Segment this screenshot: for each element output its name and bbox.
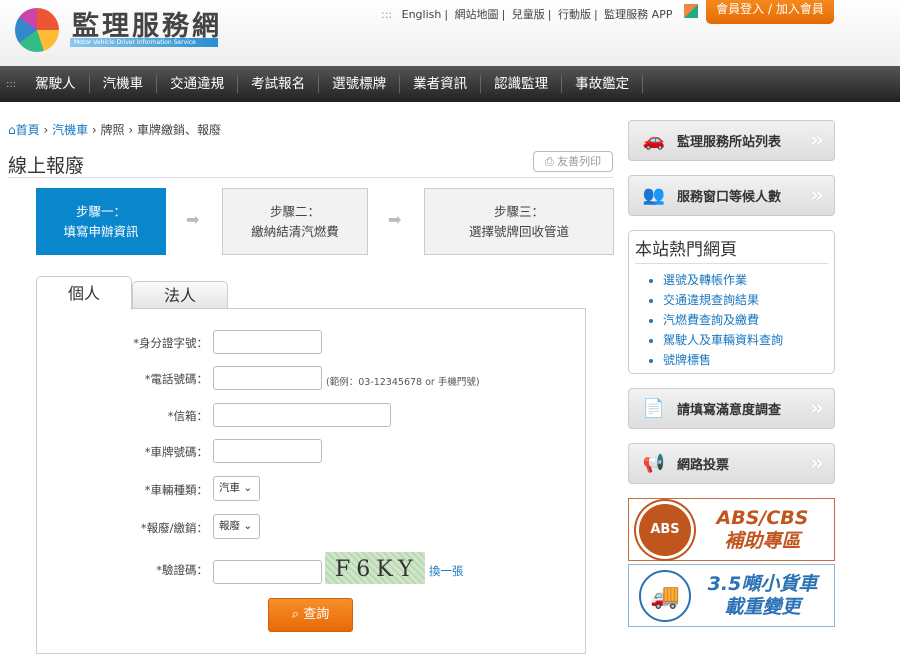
hot-link[interactable]: 汽燃費查詢及繳費 — [663, 310, 834, 330]
truck-icon: 🚚 — [639, 569, 691, 622]
document-icon: 📄 — [642, 398, 666, 419]
step-3: 步驟三： 選擇號牌回收管道 — [424, 188, 614, 255]
email-input[interactable] — [213, 403, 391, 427]
waiting-button[interactable]: 👥 服務窗口等候人數 » — [628, 175, 835, 216]
nav-item[interactable]: 選號標牌 — [319, 75, 401, 93]
double-chevron-icon: » — [809, 396, 824, 421]
crumb-current: 車牌繳銷、報廢 — [136, 123, 221, 137]
truck-line2: 載重變更 — [724, 595, 801, 618]
refresh-captcha-link[interactable]: 換一張 — [429, 563, 464, 579]
captcha-label: *驗證碼： — [156, 563, 208, 577]
search-icon: ⌕ — [291, 607, 304, 622]
email-label: *信箱： — [167, 409, 208, 423]
nav-item[interactable]: 駕駛人 — [22, 75, 90, 93]
nav-dots-icon: ::: — [6, 78, 17, 90]
app-icon[interactable] — [684, 4, 698, 18]
survey-button[interactable]: 📄 請填寫滿意度調查 » — [628, 388, 835, 429]
crumb-vehicle[interactable]: 汽機車 — [52, 123, 88, 137]
chevron-down-icon: ⌄ — [243, 482, 253, 494]
id-label: *身分證字號： — [133, 336, 208, 350]
link-mobile[interactable]: 行動版 — [558, 8, 591, 21]
vote-button[interactable]: 📢 網路投票 » — [628, 443, 835, 484]
divider — [8, 177, 613, 178]
hot-pages: 本站熱門網頁 選號及轉帳作業 交通違規查詢結果 汽燃費查詢及繳費 駕駛人及車輛資… — [628, 230, 835, 374]
select-value: 報廢 — [219, 520, 240, 532]
arrow-right-icon: ➡ — [388, 210, 402, 229]
plate-label: *車牌號碼： — [144, 445, 208, 459]
truck-banner[interactable]: 🚚 3.5噸小貨車 載重變更 — [628, 564, 835, 627]
crumb-home[interactable]: 首頁 — [16, 123, 40, 137]
tab-individual[interactable]: 個人 — [36, 276, 132, 310]
station-list-button[interactable]: 🚗 監理服務所站列表 » — [628, 120, 835, 161]
survey-label: 請填寫滿意度調查 — [677, 403, 782, 418]
home-icon: ⌂ — [8, 123, 16, 137]
link-english[interactable]: English — [402, 8, 442, 21]
login-button[interactable]: 會員登入 / 加入會員 — [706, 0, 834, 24]
arrow-right-icon: ➡ — [186, 210, 200, 229]
phone-input[interactable] — [213, 366, 322, 390]
step-desc: 選擇號牌回收管道 — [468, 223, 569, 239]
truck-line1: 3.5噸小貨車 — [707, 572, 818, 595]
step-title: 步驟三： — [493, 203, 544, 219]
tab-corporate[interactable]: 法人 — [132, 281, 228, 309]
link-kids[interactable]: 兒童版 — [512, 8, 545, 21]
nav-item[interactable]: 汽機車 — [90, 75, 158, 93]
step-title: 步驟二： — [269, 203, 320, 219]
print-label: 友善列印 — [557, 155, 602, 168]
logo-subtitle: Motor Vehicle Driver Information Service — [70, 38, 218, 47]
nav-item[interactable]: 認識監理 — [481, 75, 563, 93]
nav-item[interactable]: 考試報名 — [238, 75, 320, 93]
logo-icon[interactable] — [15, 8, 59, 52]
action-label: *報廢/繳銷： — [140, 521, 208, 535]
double-chevron-icon: » — [809, 128, 824, 153]
top-links: ::: English | 網站地圖 | 兒童版 | 行動版 | 監理服務 APP — [381, 8, 673, 21]
step-desc: 填寫申辦資訊 — [63, 223, 139, 239]
double-chevron-icon: » — [809, 183, 824, 208]
waiting-label: 服務窗口等候人數 — [677, 190, 782, 205]
main-nav: ::: 駕駛人 汽機車 交通違規 考試報名 選號標牌 業者資訊 認識監理 事故鑑… — [0, 66, 900, 102]
hot-link[interactable]: 號牌標售 — [663, 350, 834, 370]
hot-link[interactable]: 選號及轉帳作業 — [663, 270, 834, 290]
megaphone-icon: 📢 — [642, 453, 666, 474]
id-input[interactable] — [213, 330, 322, 354]
phone-hint: (範例：03-12345678 or 手機門號) — [326, 377, 480, 388]
abs-line1: ABS/CBS — [716, 506, 809, 529]
hot-link[interactable]: 駕駛人及車輛資料查詢 — [663, 330, 834, 350]
nav-item[interactable]: 業者資訊 — [400, 75, 482, 93]
link-sitemap[interactable]: 網站地圖 — [455, 8, 499, 21]
step-2: 步驟二： 繳納結清汽燃費 — [222, 188, 368, 255]
print-button[interactable]: ⎙ 友善列印 — [533, 151, 613, 172]
nav-item[interactable]: 交通違規 — [157, 75, 239, 93]
people-icon: 👥 — [642, 185, 666, 206]
nav-item[interactable]: 事故鑑定 — [562, 75, 644, 93]
plate-input[interactable] — [213, 439, 322, 463]
search-button[interactable]: ⌕ 查詢 — [268, 598, 353, 632]
vehicle-type-select[interactable]: 汽車 ⌄ — [213, 476, 260, 501]
vehicle-type-label: *車輛種類： — [144, 483, 208, 497]
double-chevron-icon: » — [809, 451, 824, 476]
action-select[interactable]: 報廢 ⌄ — [213, 514, 260, 539]
station-list-label: 監理服務所站列表 — [677, 135, 782, 150]
search-label: 查詢 — [303, 607, 330, 622]
phone-label: *電話號碼： — [144, 372, 208, 386]
link-app[interactable]: 監理服務 APP — [604, 8, 672, 21]
step-1: 步驟一： 填寫申辦資訊 — [36, 188, 166, 255]
select-value: 汽車 — [219, 482, 240, 494]
step-desc: 繳納結清汽燃費 — [251, 223, 339, 239]
breadcrumb: ⌂首頁 › 汽機車 › 牌照 › 車牌繳銷、報廢 — [8, 123, 221, 137]
car-icon: 🚗 — [642, 130, 666, 151]
captcha-image: F6KY — [325, 552, 425, 584]
page-title: 線上報廢 — [8, 155, 85, 177]
printer-icon: ⎙ — [544, 155, 558, 168]
captcha-input[interactable] — [213, 560, 322, 584]
vote-label: 網路投票 — [677, 458, 730, 473]
crumb-plate[interactable]: 牌照 — [101, 123, 125, 137]
abs-icon: ABS — [639, 503, 691, 556]
abs-line2: 補助專區 — [724, 529, 801, 552]
chevron-down-icon: ⌄ — [243, 520, 253, 532]
step-title: 步驟一： — [75, 203, 126, 219]
hot-pages-title: 本站熱門網頁 — [635, 235, 828, 264]
hot-link[interactable]: 交通違規查詢結果 — [663, 290, 834, 310]
abs-banner[interactable]: ABS ABS/CBS 補助專區 — [628, 498, 835, 561]
